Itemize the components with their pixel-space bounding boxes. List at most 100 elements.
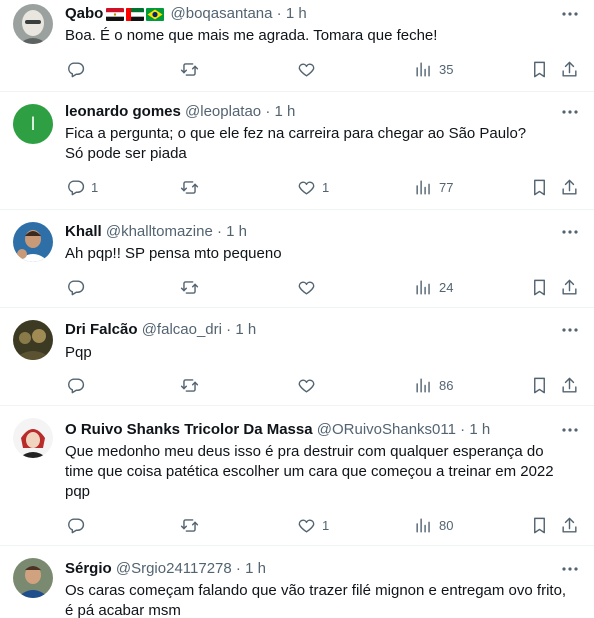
tweet-header: Dri Falcão @falcao_dri · 1 h [65,320,544,340]
bookmark-icon [534,179,545,195]
reply-icon [68,279,85,295]
author-handle[interactable]: @boqasantana [171,5,273,22]
views-button[interactable]: 80 [414,514,453,536]
more-options-icon[interactable] [560,102,580,122]
bookmark-button[interactable] [530,514,549,536]
tweet[interactable]: Qabo @boqasantana · 1 h Boa. É o nome qu… [0,0,594,92]
share-button[interactable] [560,276,579,298]
views-button[interactable]: 24 [414,276,453,298]
author-name[interactable]: leonardo gomes [65,103,181,120]
reply-icon [68,61,85,77]
tweet-text: Que medonho meu deus isso é pra destruir… [65,443,554,500]
reply-button[interactable] [66,58,91,80]
like-button[interactable] [297,276,322,298]
more-options-icon[interactable] [560,4,580,24]
avatar[interactable] [13,418,53,458]
retweet-button[interactable] [180,276,199,298]
bookmark-icon [534,517,545,533]
share-icon [562,279,577,295]
retweet-icon [180,378,199,392]
like-button[interactable] [297,58,322,80]
avatar[interactable] [13,558,53,598]
bookmark-button[interactable] [530,276,549,298]
share-button[interactable] [560,374,579,396]
reply-icon [68,377,85,393]
tweet[interactable]: Khall @khalltomazine · 1 h Ah pqp!! SP p… [0,210,594,308]
person-icon [13,558,53,598]
timestamp[interactable]: 1 h [235,321,256,338]
retweet-icon [180,518,199,532]
author-name[interactable]: O Ruivo Shanks Tricolor Da Massa [65,421,313,438]
author-name[interactable]: Khall [65,223,102,240]
like-button[interactable]: 1 [297,176,329,198]
views-count: 80 [439,517,454,533]
heart-icon [298,181,315,195]
views-button[interactable]: 35 [414,58,453,80]
tweet-actions: 1 80 [56,514,586,536]
reply-button[interactable] [66,514,91,536]
bookmark-button[interactable] [530,58,549,80]
reply-button[interactable] [66,374,91,396]
author-name[interactable]: Qabo [65,5,103,22]
avatar[interactable]: l [13,104,53,144]
share-icon [562,377,577,393]
like-button[interactable] [297,374,322,396]
avatar[interactable] [13,4,53,44]
more-options-icon[interactable] [560,320,580,340]
reply-button[interactable]: 1 [66,176,98,198]
retweet-button[interactable] [180,58,199,80]
bookmark-button[interactable] [530,374,549,396]
views-button[interactable]: 86 [414,374,453,396]
avatar[interactable] [13,320,53,360]
share-button[interactable] [560,176,579,198]
views-chart-icon [416,279,430,295]
tweet[interactable]: l leonardo gomes @leoplatao · 1 h Fica a… [0,92,594,210]
retweet-button[interactable] [180,176,199,198]
tweet-text: Fica a pergunta; o que ele fez na carrei… [65,125,527,162]
share-button[interactable] [560,514,579,536]
views-chart-icon [416,61,430,77]
author-handle[interactable]: @ORuivoShanks011 [317,421,456,438]
author-name[interactable]: Dri Falcão [65,321,138,338]
reply-count: 1 [91,179,99,195]
more-options-icon[interactable] [560,559,580,579]
tweet-actions: 86 [56,374,586,396]
views-button[interactable]: 77 [414,176,453,198]
author-handle[interactable]: @khalltomazine [106,223,213,240]
author-name[interactable]: Sérgio [65,560,112,577]
retweet-button[interactable] [180,514,199,536]
tweet[interactable]: Sérgio @Srgio24117278 · 1 h Os caras com… [0,546,594,618]
tweet-header: Khall @khalltomazine · 1 h [65,222,544,242]
author-handle[interactable]: @falcao_dri [142,321,222,338]
avatar[interactable] [13,222,53,262]
tweet-text: Os caras começam falando que vão trazer … [65,582,567,618]
separator-dot: · [460,421,466,438]
timestamp[interactable]: 1 h [469,421,490,438]
share-icon [562,517,577,533]
reply-button[interactable] [66,276,91,298]
tweet[interactable]: O Ruivo Shanks Tricolor Da Massa @ORuivo… [0,406,594,546]
flag-emojis [106,4,166,24]
timestamp[interactable]: 1 h [286,5,307,22]
more-options-icon[interactable] [560,420,580,440]
tweet-text: Ah pqp!! SP pensa mto pequeno [65,245,282,262]
views-chart-icon [416,179,430,195]
retweet-button[interactable] [180,374,199,396]
timestamp[interactable]: 1 h [245,560,266,577]
separator-dot: · [265,103,271,120]
timestamp[interactable]: 1 h [275,103,296,120]
brazil-flag-icon [146,7,165,21]
tweet[interactable]: Dri Falcão @falcao_dri · 1 h Pqp 86 [0,308,594,406]
uae-flag-icon [126,7,145,21]
bookmark-button[interactable] [530,176,549,198]
timestamp[interactable]: 1 h [226,223,247,240]
share-button[interactable] [560,58,579,80]
author-handle[interactable]: @Srgio24117278 [116,560,232,577]
bookmark-icon [534,61,545,77]
more-options-icon[interactable] [560,222,580,242]
like-count: 1 [322,517,330,533]
views-chart-icon [416,517,430,533]
like-button[interactable]: 1 [297,514,329,536]
tweet-header: leonardo gomes @leoplatao · 1 h [65,102,544,122]
author-handle[interactable]: @leoplatao [185,103,261,120]
